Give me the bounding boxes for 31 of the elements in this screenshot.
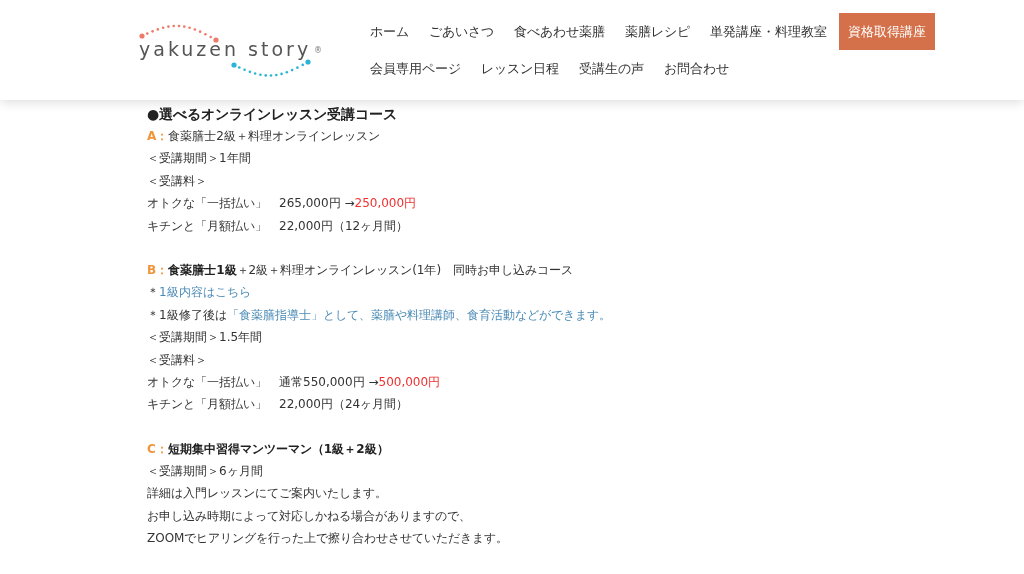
course-text: ＜受講料＞ [147,351,208,369]
course-text: 詳細は入門レッスンにてご案内いたします。 [147,485,388,503]
course-text: オトクな「一括払い」 265,000円 →250,000円 [147,195,418,213]
nav-link[interactable]: 薬膳レシピ [617,13,698,50]
course-text: キチンと「月額払い」 22,000円（12ヶ月間） [147,217,410,235]
course-text: オトクな「一括払い」 通常550,000円 →500,000円 [147,373,442,391]
nav-link[interactable]: 会員専用ページ [362,50,469,87]
logo-text[interactable]: yakuzen story [139,38,312,60]
course-text: ＜受講期間＞1.5年間 [147,329,264,347]
course-text: ＊1級内容はこちら [147,284,252,302]
section-heading: ●選べるオンラインレッスン受講コース [147,105,399,124]
nav-link[interactable]: ホーム [362,13,417,50]
course-text: ZOOMでヒアリングを行った上で擦り合わせさせていただきます。 [147,530,510,548]
nav-link[interactable]: 単発講座・料理教室 [702,13,835,50]
nav-link[interactable]: 受講生の声 [571,50,652,87]
course-text: ＜受講期間＞1年間 [147,150,252,168]
course-text: C：短期集中習得マンツーマン（1級＋2級） [147,440,390,458]
text-link[interactable]: 「食薬膳指導士」として、薬膳や料理講師、食育活動などができます。 [226,307,611,322]
registered-mark: ® [314,46,322,55]
nav-link[interactable]: ごあいさつ [421,13,502,50]
course-text: ＜受講期間＞6ヶ月間 [147,463,264,481]
course-text: キチンと「月額払い」 22,000円（24ヶ月間） [147,396,410,414]
course-text: A：食薬膳士2級＋料理オンラインレッスン [147,128,381,145]
nav-link[interactable]: 食べあわせ薬膳 [506,13,613,50]
text-link[interactable]: 1級内容はこちら [159,285,251,300]
nav-link[interactable]: レッスン日程 [473,50,567,87]
course-text: ＊1級修了後は「食薬膳指導士」として、薬膳や料理講師、食育活動などができます。 [147,306,612,324]
course-text: B：食薬膳士1級＋2級＋料理オンラインレッスン(1年) 同時お申し込みコース [147,261,575,279]
nav-link[interactable]: お問合わせ [656,50,737,87]
course-text: お申し込み時期によって対応しかねる場合がありますので、 [147,507,472,525]
course-text: ＜受講料＞ [147,172,208,190]
